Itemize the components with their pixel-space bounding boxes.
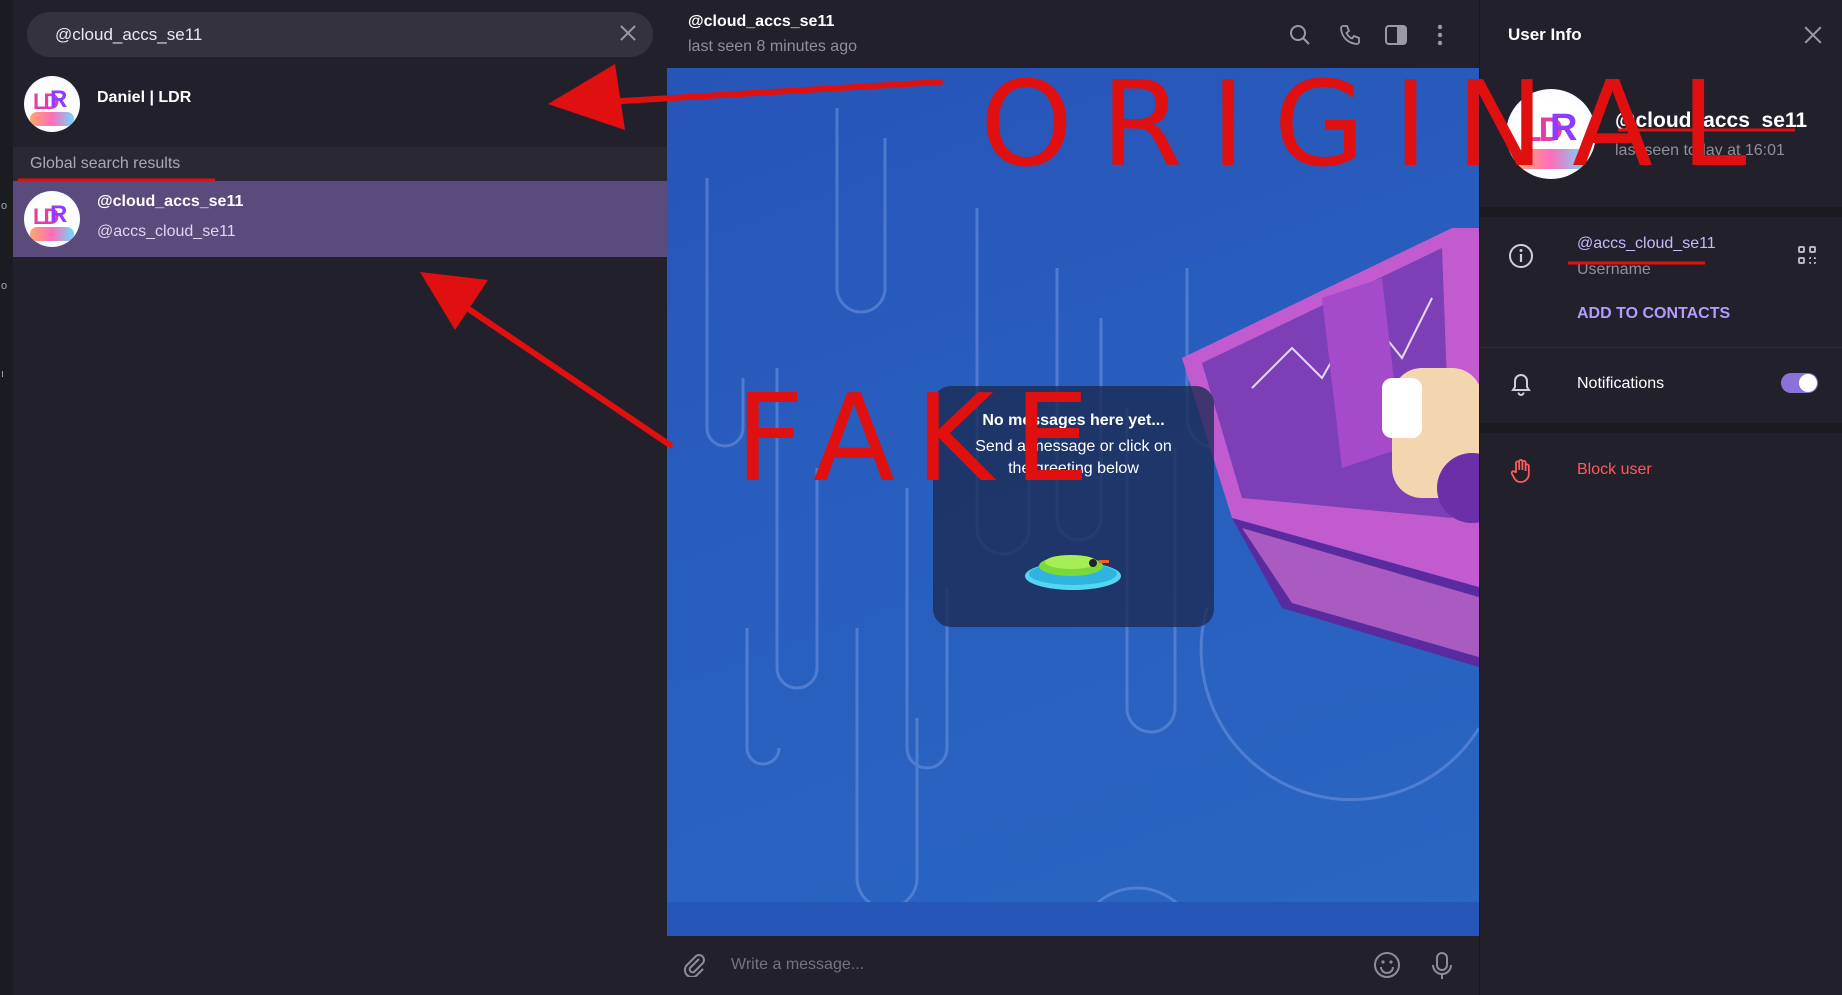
empty-title: No messages here yet... [982,412,1165,429]
wallpaper-bottom-band [667,902,1479,936]
empty-text: Send a message or click on the greeting … [975,438,1172,477]
block-user-button[interactable]: Block user [1577,461,1652,479]
hand-stop-icon [1508,458,1534,484]
left-edge-strip: o o ı [0,0,13,995]
chat-row-name: Daniel | LDR [97,89,192,106]
profile-username[interactable]: @accs_cloud_se11 [1577,235,1716,253]
panel-title: User Info [1508,25,1582,44]
profile-name: @cloud_accs_se11 [1615,109,1808,132]
empty-chat-card: No messages here yet... Send a message o… [933,386,1214,627]
avatar: LD R [24,191,80,247]
notifications-toggle[interactable] [1781,373,1818,393]
edge-mark: o [1,200,8,212]
bell-icon [1508,371,1534,397]
divider [1480,423,1842,433]
profile-last-seen: last seen today at 16:01 [1615,142,1785,159]
search-value: @cloud_accs_se11 [55,25,203,44]
info-icon [1508,243,1534,269]
greeting-sticker[interactable] [1021,546,1126,594]
username-label: Username [1577,261,1651,278]
notifications-label: Notifications [1577,375,1665,392]
phone-icon[interactable] [1337,24,1363,50]
edge-mark: o [1,280,8,292]
chat-wallpaper: No messages here yet... Send a message o… [667,68,1479,936]
attach-icon[interactable] [679,951,709,981]
section-label: Global search results [30,155,181,172]
microphone-icon[interactable] [1427,951,1457,981]
toggle-knob [1799,374,1817,392]
divider [1480,207,1842,217]
emoji-icon[interactable] [1372,951,1402,981]
message-input[interactable]: Write a message... [731,956,864,974]
chat-row-global-result[interactable]: LD R @cloud_accs_se11 @accs_cloud_se11 [13,181,667,257]
chat-header[interactable]: @cloud_accs_se11 last seen 8 minutes ago [667,0,1479,68]
chat-status: last seen 8 minutes ago [688,38,857,55]
avatar: LD R [24,76,80,132]
chat-row-name: @cloud_accs_se11 [97,193,244,210]
chat-row-daniel[interactable]: LD R Daniel | LDR [13,66,667,142]
search-input[interactable]: @cloud_accs_se11 [27,12,653,57]
qr-code-icon[interactable] [1798,246,1818,266]
profile-avatar[interactable]: LD R [1506,89,1596,179]
chat-list-panel: @cloud_accs_se11 LD R Daniel | LDR Global… [13,0,667,995]
separator [1480,347,1842,348]
user-info-panel: User Info LD R @cloud_accs_se11 last seen… [1479,0,1842,995]
chat-row-username: @accs_cloud_se11 [97,223,236,240]
close-icon[interactable] [1802,24,1824,46]
search-icon[interactable] [1287,24,1313,50]
message-composer[interactable]: Write a message... [667,936,1479,995]
clear-search-icon[interactable] [617,22,639,44]
chat-area: @cloud_accs_se11 last seen 8 minutes ago [667,0,1479,995]
chat-title: @cloud_accs_se11 [688,13,835,30]
edge-mark: ı [1,368,5,380]
global-search-section: Global search results [13,147,667,181]
sidebar-toggle-icon[interactable] [1383,24,1409,50]
add-to-contacts-button[interactable]: ADD TO CONTACTS [1577,305,1730,323]
more-options-icon[interactable] [1427,24,1453,50]
